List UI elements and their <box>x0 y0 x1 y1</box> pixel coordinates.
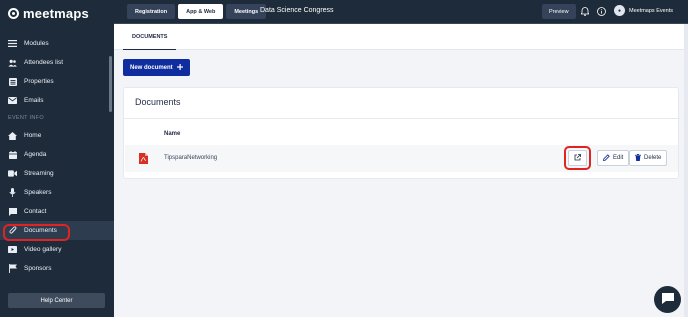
delete-label: Delete <box>644 155 662 161</box>
highlight-annotation-open-button <box>564 146 591 170</box>
home-icon <box>8 131 17 140</box>
brand-logo[interactable]: meetmaps <box>8 5 89 21</box>
sidebar-item-label: Emails <box>24 97 44 104</box>
sidebar-item-label: Home <box>24 132 42 139</box>
table-row: TipsparaNetworking Edit Delete <box>125 145 678 172</box>
sidebar-nav: Modules Attendees list Properties Emails… <box>0 34 114 278</box>
video-icon <box>8 170 17 178</box>
pdf-icon <box>139 153 148 166</box>
sidebar-item-streaming[interactable]: Streaming <box>0 164 114 183</box>
sidebar-item-label: Modules <box>24 40 49 47</box>
pencil-icon <box>603 153 610 163</box>
card-title: Documents <box>135 97 181 107</box>
sidebar-item-label: Attendees list <box>24 59 64 66</box>
users-icon <box>8 59 17 67</box>
info-icon[interactable] <box>596 6 606 16</box>
microphone-icon <box>8 188 17 197</box>
sidebar-item-home[interactable]: Home <box>0 126 114 145</box>
calendar-icon <box>8 150 17 159</box>
highlight-annotation-documents <box>3 224 70 241</box>
tab-app-and-web[interactable]: App & Web <box>178 4 224 19</box>
bell-icon[interactable] <box>580 6 590 16</box>
list-icon <box>8 77 17 86</box>
top-bar: Registration App & Web Meetings Data Sci… <box>114 0 688 24</box>
plus-icon <box>176 63 183 72</box>
sidebar-item-contact[interactable]: Contact <box>0 202 114 221</box>
event-title: Data Science Congress <box>260 7 334 14</box>
brand-name: meetmaps <box>23 5 89 21</box>
menu-icon <box>8 40 17 48</box>
sidebar-item-emails[interactable]: Emails <box>0 91 114 110</box>
chat-bubble-icon <box>661 292 675 307</box>
sidebar: meetmaps Modules Attendees list Properti… <box>0 0 114 317</box>
sidebar-item-agenda[interactable]: Agenda <box>0 145 114 164</box>
divider <box>124 118 680 119</box>
section-label-event-info: EVENT INFO <box>8 115 44 121</box>
edit-label: Edit <box>613 155 624 161</box>
sidebar-item-label: Agenda <box>24 151 47 158</box>
column-header-name: Name <box>164 131 181 137</box>
flag-icon <box>8 264 17 273</box>
sidebar-item-label: Properties <box>24 78 54 85</box>
sidebar-item-speakers[interactable]: Speakers <box>0 183 114 202</box>
sidebar-item-label: Contact <box>24 208 47 215</box>
film-icon <box>8 246 17 254</box>
sidebar-item-attendees-list[interactable]: Attendees list <box>0 53 114 72</box>
sidebar-item-label: Speakers <box>24 189 52 196</box>
mail-icon <box>8 97 17 105</box>
help-center-button[interactable]: Help Center <box>8 293 105 308</box>
page-scrollbar-track[interactable] <box>684 24 688 317</box>
tab-registration[interactable]: Registration <box>127 4 176 19</box>
delete-button[interactable]: Delete <box>629 150 668 166</box>
avatar: ● <box>614 5 625 16</box>
section-tabs: DOCUMENTS <box>114 24 688 50</box>
user-name: Meetmaps Events <box>629 7 674 14</box>
sidebar-item-modules[interactable]: Modules <box>0 34 114 53</box>
edit-button[interactable]: Edit <box>597 150 630 166</box>
documents-card: Documents Name TipsparaNetworking Edit D… <box>123 87 680 179</box>
logo-icon <box>8 7 19 19</box>
sidebar-item-sponsors[interactable]: Sponsors <box>0 259 114 278</box>
sidebar-item-video-gallery[interactable]: Video gallery <box>0 240 114 259</box>
top-tabs: Registration App & Web Meetings <box>127 4 267 19</box>
preview-button[interactable]: Preview <box>542 4 576 19</box>
sidebar-item-label: Sponsors <box>24 265 52 272</box>
sidebar-item-label: Streaming <box>24 170 54 177</box>
document-name[interactable]: TipsparaNetworking <box>164 155 217 161</box>
new-document-button[interactable]: New document <box>123 59 190 76</box>
tab-documents[interactable]: DOCUMENTS <box>123 24 177 50</box>
chat-icon <box>8 207 17 216</box>
sidebar-item-label: Video gallery <box>24 246 62 253</box>
new-document-label: New document <box>130 64 173 71</box>
chat-widget-button[interactable] <box>654 286 681 313</box>
trash-icon <box>635 153 641 163</box>
user-menu[interactable]: ● Meetmaps Events <box>614 5 673 16</box>
sidebar-item-properties[interactable]: Properties <box>0 72 114 91</box>
